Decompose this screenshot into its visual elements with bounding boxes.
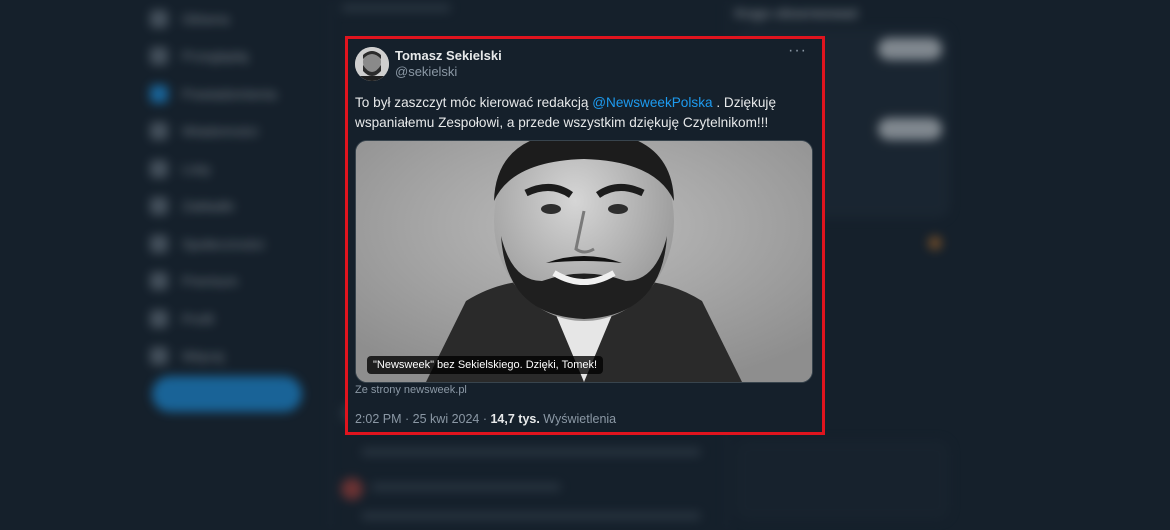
nav-item-communities[interactable]: Społeczności — [150, 225, 320, 263]
nav-label: Społeczności — [182, 235, 265, 252]
x-logo-icon — [150, 272, 168, 291]
author-name[interactable]: Tomasz Sekielski — [395, 48, 502, 63]
tweet-text: To był zaszczyt móc kierować redakcją @N… — [355, 93, 810, 133]
mail-icon — [150, 122, 168, 141]
timestamp[interactable]: 2:02 PM · 25 kwi 2024 · — [355, 412, 490, 426]
nav-label: Zakładki — [182, 198, 235, 215]
author-portrait-icon — [355, 47, 389, 81]
more-circle-icon — [150, 347, 168, 366]
nav-label: Wiadomości — [182, 123, 259, 140]
nav-label: Główna — [182, 10, 230, 27]
feed-actions — [361, 448, 701, 456]
author-handle[interactable]: @sekielski — [395, 64, 457, 79]
people-icon — [150, 234, 168, 253]
link-card[interactable]: "Newsweek" bez Sekielskiego. Dzięki, Tom… — [355, 140, 813, 383]
nav-label: Listy — [182, 160, 211, 177]
views-label: Wyświetlenia — [539, 412, 617, 426]
right-sidebar: Kogo obserwować — [735, 0, 965, 21]
nav-item-lists[interactable]: Listy — [150, 150, 320, 188]
nav-item-messages[interactable]: Wiadomości — [150, 113, 320, 151]
search-icon — [150, 47, 168, 66]
nav-item-premium[interactable]: Premium — [150, 263, 320, 301]
post-button[interactable] — [152, 376, 302, 412]
nav-label: Premium — [182, 273, 239, 290]
more-options-icon[interactable]: ··· — [788, 42, 807, 60]
nav-label: Powiadomienia — [182, 85, 277, 102]
trend-items — [735, 440, 950, 520]
highlighted-tweet-frame: Tomasz Sekielski @sekielski ··· To był z… — [345, 36, 825, 435]
nav-label: Profil — [182, 310, 214, 327]
follow-button[interactable] — [878, 118, 942, 140]
card-photo — [356, 141, 812, 382]
feed-avatar — [341, 478, 363, 500]
nav-item-home[interactable]: Główna — [150, 0, 320, 38]
tweet-text-part: To był zaszczyt móc kierować redakcją — [355, 95, 593, 110]
card-caption: "Newsweek" bez Sekielskiego. Dzięki, Tom… — [367, 356, 604, 374]
nav-item-notifications[interactable]: Powiadomienia — [150, 75, 320, 113]
card-source[interactable]: Ze strony newsweek.pl — [355, 384, 467, 396]
bookmark-icon — [150, 197, 168, 216]
home-icon — [150, 9, 168, 28]
feed-placeholder — [341, 4, 451, 12]
fire-icon — [928, 236, 942, 250]
nav-label: Przeglądaj — [182, 48, 249, 65]
nav-item-bookmarks[interactable]: Zakładki — [150, 188, 320, 226]
bell-icon — [150, 84, 168, 103]
feed-actions — [361, 512, 701, 520]
nav-item-explore[interactable]: Przeglądaj — [150, 38, 320, 76]
nav-label: Więcej — [182, 348, 225, 365]
follow-button[interactable] — [878, 38, 942, 60]
nav-item-profile[interactable]: Profil — [150, 300, 320, 338]
list-icon — [150, 159, 168, 178]
views-count: 14,7 tys. — [490, 412, 540, 426]
tweet-meta: 2:02 PM · 25 kwi 2024 · 14,7 tys. Wyświe… — [355, 412, 616, 426]
feed-placeholder — [371, 483, 561, 491]
user-icon — [150, 309, 168, 328]
nav-item-more[interactable]: Więcej — [150, 338, 320, 376]
mention-link[interactable]: @NewsweekPolska — [592, 95, 712, 110]
sidebar-nav: Główna Przeglądaj Powiadomienia Wiadomoś… — [150, 0, 320, 375]
sidebar-title: Kogo obserwować — [735, 5, 859, 21]
avatar[interactable] — [355, 47, 389, 81]
